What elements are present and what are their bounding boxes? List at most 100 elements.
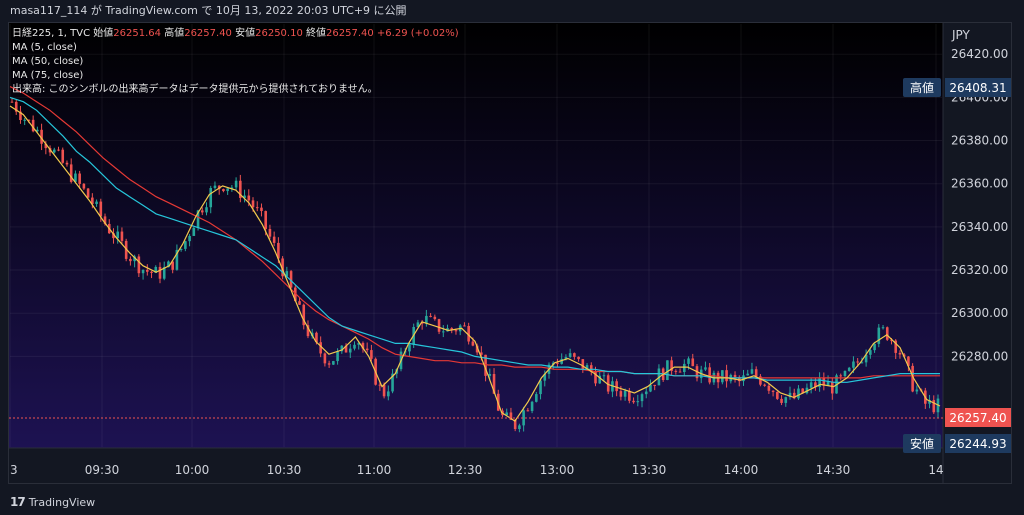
candle-body bbox=[619, 391, 623, 397]
candle-body bbox=[234, 180, 238, 188]
high-tag: 高値 26408.31 bbox=[903, 78, 1011, 97]
candle-body bbox=[222, 189, 225, 192]
y-tick-label: 26280.00 bbox=[951, 349, 1008, 363]
ma50-legend[interactable]: MA (50, close) bbox=[12, 55, 459, 69]
candle-body bbox=[61, 149, 65, 163]
candle-body bbox=[649, 384, 652, 392]
candle-body bbox=[623, 390, 627, 397]
x-tick-label: 13:30 bbox=[632, 463, 667, 477]
candle-body bbox=[809, 382, 813, 388]
footer-bar bbox=[0, 484, 1024, 515]
candle-body bbox=[348, 348, 352, 353]
tradingview-brand-text: TradingView bbox=[28, 495, 96, 509]
currency-label: JPY bbox=[951, 28, 971, 42]
y-tick-label: 26340.00 bbox=[951, 220, 1008, 234]
symbol-label: 日経225, 1, TVC bbox=[12, 28, 91, 39]
change-value: +6.29 (+0.02%) bbox=[376, 28, 459, 39]
close-value: 26257.40 bbox=[326, 28, 374, 39]
candle-body bbox=[99, 201, 103, 217]
candle-body bbox=[116, 231, 120, 239]
candle-body bbox=[526, 410, 530, 412]
tradingview-brand[interactable]: 17 TradingView bbox=[10, 495, 95, 509]
open-label: 始値 bbox=[93, 28, 114, 39]
candle-body bbox=[839, 375, 843, 377]
candle-body bbox=[869, 350, 872, 355]
y-tick-label: 26300.00 bbox=[951, 306, 1008, 320]
x-tick-label: 12:30 bbox=[448, 463, 483, 477]
candle-body bbox=[530, 401, 534, 412]
candle-body bbox=[200, 210, 204, 213]
candle-body bbox=[674, 370, 678, 372]
candle-body bbox=[518, 425, 521, 430]
x-tick-label: 10:00 bbox=[175, 463, 210, 477]
candle-body bbox=[433, 316, 437, 320]
candle-body bbox=[615, 381, 618, 392]
candle-body bbox=[556, 362, 559, 364]
candle-body bbox=[847, 367, 851, 371]
candle-body bbox=[158, 266, 162, 279]
candle-body bbox=[780, 398, 783, 403]
candle-body bbox=[632, 400, 635, 403]
candle-body bbox=[65, 162, 69, 165]
candle-body bbox=[57, 149, 60, 151]
candle-body bbox=[184, 241, 187, 249]
x-tick-label: 14:00 bbox=[724, 463, 759, 477]
candle-body bbox=[437, 319, 441, 332]
chart-legend: 日経225, 1, TVC 始値26251.64 高値26257.40 安値26… bbox=[12, 27, 459, 97]
candle-body bbox=[577, 356, 580, 360]
candle-body bbox=[691, 358, 695, 367]
candle-body bbox=[323, 353, 327, 364]
candle-body bbox=[653, 384, 657, 386]
candle-body bbox=[209, 188, 213, 208]
open-value: 26251.64 bbox=[113, 28, 162, 39]
candle-body bbox=[463, 325, 466, 327]
candle-body bbox=[784, 397, 788, 403]
last-price-value: 26257.40 bbox=[949, 411, 1006, 425]
y-tick-label: 26320.00 bbox=[951, 263, 1008, 277]
low-value: 26250.10 bbox=[255, 28, 303, 39]
candle-body bbox=[881, 327, 885, 329]
candle-body bbox=[298, 301, 301, 305]
candle-body bbox=[188, 235, 191, 242]
candle-body bbox=[763, 384, 766, 386]
candle-body bbox=[771, 390, 775, 392]
candle-body bbox=[797, 388, 800, 399]
candle-body bbox=[370, 350, 373, 359]
candle-body bbox=[264, 211, 267, 229]
candle-body bbox=[535, 394, 538, 402]
candle-body bbox=[86, 188, 90, 198]
ma5-legend[interactable]: MA (5, close) bbox=[12, 41, 459, 55]
candle-body bbox=[581, 359, 585, 371]
y-tick-label: 26420.00 bbox=[951, 47, 1008, 61]
candle-body bbox=[272, 236, 276, 243]
high-label: 高値 bbox=[164, 28, 185, 39]
candle-body bbox=[725, 370, 728, 382]
candle-body bbox=[776, 391, 779, 399]
candle-body bbox=[568, 353, 572, 357]
ohlc-row: 日経225, 1, TVC 始値26251.64 高値26257.40 安値26… bbox=[12, 27, 459, 41]
candle-body bbox=[192, 227, 196, 236]
candle-body bbox=[52, 149, 56, 153]
candle-body bbox=[141, 269, 145, 274]
candle-body bbox=[746, 373, 750, 376]
candle-body bbox=[856, 361, 859, 363]
candle-body bbox=[387, 391, 390, 397]
candle-body bbox=[628, 390, 631, 401]
tradingview-logo-icon: 17 bbox=[10, 495, 26, 509]
candle-body bbox=[268, 228, 272, 237]
candle-body bbox=[830, 381, 834, 394]
candle-body bbox=[23, 119, 26, 121]
candle-body bbox=[332, 361, 335, 365]
candle-body bbox=[82, 183, 86, 189]
x-tick-label: 09:30 bbox=[85, 463, 120, 477]
ma75-legend[interactable]: MA (75, close) bbox=[12, 69, 459, 83]
candle-body bbox=[666, 360, 669, 381]
candle-body bbox=[260, 207, 263, 212]
x-tick-label: 10:30 bbox=[267, 463, 302, 477]
candle-body bbox=[336, 351, 339, 362]
candle-body bbox=[687, 358, 690, 364]
y-tick-label: 26360.00 bbox=[951, 177, 1008, 191]
candle-body bbox=[636, 401, 640, 403]
candle-body bbox=[441, 331, 445, 333]
candle-body bbox=[704, 367, 707, 370]
